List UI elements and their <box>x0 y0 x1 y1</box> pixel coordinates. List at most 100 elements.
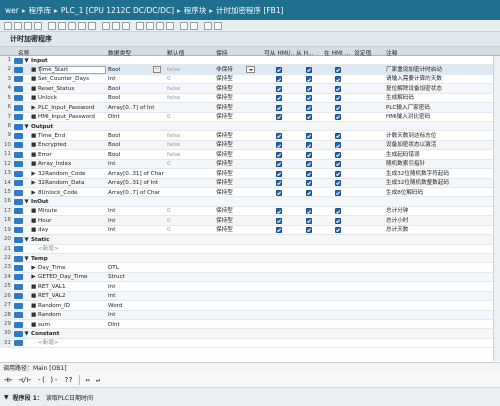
param-comment[interactable]: 总计天数 <box>386 226 498 234</box>
retain-setting[interactable]: 保持型 <box>216 132 264 140</box>
expand-toggle-icon[interactable]: ▼ <box>24 57 29 65</box>
hmi-accessible-checkbox[interactable] <box>276 217 282 224</box>
table-row[interactable]: 23 ▶ Day_Time DTL <box>0 263 500 273</box>
data-type[interactable]: Int <box>108 207 166 215</box>
hmi-writable-checkbox[interactable] <box>306 189 312 196</box>
expand-toggle-icon[interactable]: ▼ <box>24 198 29 206</box>
retain-setting[interactable]: 保持型 <box>216 217 264 225</box>
toolbar-button-9[interactable] <box>88 22 96 30</box>
table-row[interactable]: 28 ■ Random Int <box>0 310 500 321</box>
hmi-writable-checkbox[interactable] <box>306 227 312 234</box>
toolbar-button-5[interactable] <box>48 22 56 30</box>
table-row[interactable]: 15 ▶ 8Unlock_Code Array[0..7] of Char 保持型 生成8… <box>0 188 500 198</box>
table-row[interactable]: 26 ■ RET_VAL2 Int <box>0 291 500 302</box>
hmi-visible-checkbox[interactable] <box>335 227 341 234</box>
hmi-writable-checkbox[interactable] <box>306 95 312 102</box>
param-name[interactable]: sum <box>38 321 116 329</box>
hmi-accessible-checkbox[interactable] <box>276 95 282 102</box>
retain-setting[interactable]: 保持型 <box>216 85 264 93</box>
hmi-visible-checkbox[interactable] <box>335 76 341 83</box>
table-row[interactable]: 10 ■ Encrypted Bool false 保持型 设备加密状态以激活 <box>0 140 500 151</box>
param-comment[interactable]: 总计小时 <box>386 217 498 225</box>
param-comment[interactable]: 计数天数到达标志位 <box>386 132 498 140</box>
hmi-accessible-checkbox[interactable] <box>276 133 282 140</box>
hmi-accessible-checkbox[interactable] <box>276 104 282 111</box>
hmi-visible-checkbox[interactable] <box>335 208 341 215</box>
data-type[interactable]: Int <box>108 283 166 291</box>
table-row[interactable]: 3 ■ Set_Counter_Days Int 0 保持型 请输入需要计算的天数 <box>0 74 500 85</box>
param-comment[interactable]: 设备加密状态以激活 <box>386 141 498 149</box>
expand-toggle-icon[interactable]: ▶ <box>31 104 36 112</box>
param-name[interactable]: Output <box>31 123 109 131</box>
table-row[interactable]: 24 ▶ GETED_Day_Time Struct <box>0 272 500 283</box>
hmi-writable-checkbox[interactable] <box>306 85 312 92</box>
toolbar-button-20[interactable] <box>214 22 222 30</box>
toolbar-button-18[interactable] <box>190 22 198 30</box>
hmi-accessible-checkbox[interactable] <box>276 180 282 187</box>
section-row[interactable]: 30 ▼ Constant <box>0 329 500 339</box>
param-comment[interactable]: 生成解码码 <box>386 94 498 102</box>
param-name[interactable]: RET_VAL1 <box>38 283 116 291</box>
param-name[interactable]: Hour <box>38 217 116 225</box>
table-row[interactable]: 9 ■ Time_End Bool false 保持型 计数天数到达标志位 <box>0 131 500 141</box>
param-name[interactable]: Day_Time <box>38 264 116 272</box>
param-comment[interactable]: 复位解除设备加密状态 <box>386 85 498 93</box>
table-row[interactable]: 31 <新增> <box>0 338 500 349</box>
table-row[interactable]: 5 ■ Unlock Bool false 保持型 生成解码码 <box>0 93 500 104</box>
hmi-writable-checkbox[interactable] <box>306 133 312 140</box>
hmi-visible-checkbox[interactable] <box>335 180 341 187</box>
default-value[interactable]: false <box>167 66 215 74</box>
default-value[interactable]: 0 <box>167 113 215 121</box>
ladder-tool-3-icon[interactable]: -( )- <box>37 376 58 384</box>
param-name[interactable]: Temp <box>31 255 109 263</box>
hmi-writable-checkbox[interactable] <box>306 161 312 168</box>
toolbar-button-1[interactable] <box>4 22 12 30</box>
param-comment[interactable]: 生成32位随机数字符起码 <box>386 170 498 178</box>
table-row[interactable]: 25 ■ RET_VAL1 Int <box>0 282 500 292</box>
data-type[interactable]: Array[0..31] of Char <box>108 170 166 178</box>
default-value[interactable]: false <box>167 94 215 102</box>
param-name[interactable]: Encrypted <box>38 141 116 149</box>
hmi-writable-checkbox[interactable] <box>306 217 312 224</box>
toolbar-button-16[interactable] <box>166 22 174 30</box>
ladder-tool-5-icon[interactable]: ↦ <box>86 376 90 384</box>
param-name[interactable]: Error <box>38 151 116 159</box>
breadcrumb-item[interactable]: 程序块 <box>184 5 207 16</box>
data-type[interactable]: Word <box>108 302 166 310</box>
retain-setting[interactable]: 保持型 <box>216 179 264 187</box>
ladder-tool-2-icon[interactable]: ⊣/⊢ <box>18 376 31 384</box>
param-name[interactable]: Time_Start <box>38 66 116 74</box>
retain-setting[interactable]: 保持型 <box>216 94 264 102</box>
param-name[interactable]: Input <box>31 57 109 65</box>
default-value[interactable]: 0 <box>167 226 215 234</box>
param-name[interactable]: 32Random_Data <box>38 179 116 187</box>
ladder-tool-1-icon[interactable]: ⊣⊢ <box>4 376 12 384</box>
hmi-accessible-checkbox[interactable] <box>276 76 282 83</box>
retain-setting[interactable]: 保持型 <box>216 207 264 215</box>
hmi-accessible-checkbox[interactable] <box>276 151 282 158</box>
hmi-writable-checkbox[interactable] <box>306 104 312 111</box>
data-type[interactable]: Array[0..7] of Char <box>108 189 166 197</box>
toolbar-button-3[interactable] <box>24 22 32 30</box>
table-row[interactable]: 13 ▶ 32Random_Code Array[0..31] of Char 保持型 生… <box>0 169 500 179</box>
hmi-writable-checkbox[interactable] <box>306 114 312 121</box>
data-type[interactable]: Int <box>108 292 166 300</box>
default-value[interactable]: 0 <box>167 217 215 225</box>
default-value[interactable]: false <box>167 151 215 159</box>
table-row[interactable]: 29 ■ sum DInt <box>0 320 500 330</box>
data-type[interactable]: Bool <box>108 94 166 102</box>
collapse-caret-icon[interactable]: ▼ <box>4 394 9 401</box>
param-name[interactable]: day <box>38 226 116 234</box>
hmi-accessible-checkbox[interactable] <box>276 208 282 215</box>
hmi-visible-checkbox[interactable] <box>335 151 341 158</box>
hmi-visible-checkbox[interactable] <box>335 104 341 111</box>
breadcrumb-item[interactable]: 程序库 <box>29 5 52 16</box>
param-name[interactable]: HMI_Input_Password <box>38 113 116 121</box>
table-row[interactable]: 19 ■ day Int 0 保持型 总计天数 <box>0 225 500 236</box>
param-name[interactable]: RET_VAL2 <box>38 292 116 300</box>
data-type[interactable]: Struct <box>108 273 166 281</box>
param-comment[interactable]: 厂家重设加密计时启动 <box>386 66 498 74</box>
expand-toggle-icon[interactable]: ▶ <box>31 170 36 178</box>
expand-toggle-icon[interactable]: ▶ <box>31 179 36 187</box>
expand-toggle-icon[interactable]: ▼ <box>24 123 29 131</box>
